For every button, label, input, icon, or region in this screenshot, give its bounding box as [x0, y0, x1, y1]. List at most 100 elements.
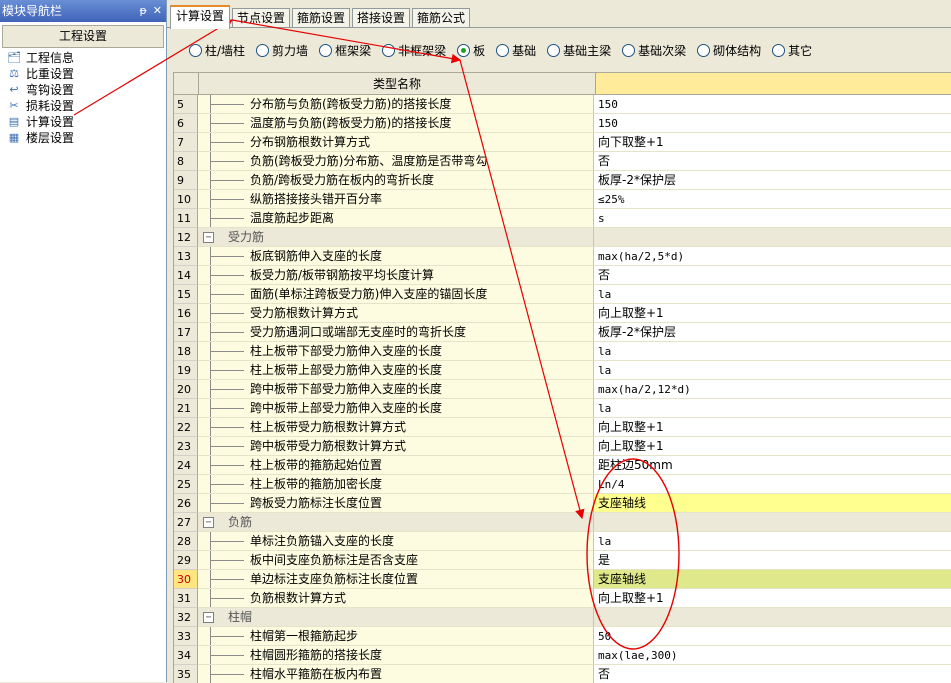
row-value[interactable]: 50 [594, 627, 951, 646]
table-row[interactable]: 13 板底钢筋伸入支座的长度 max(ha/2,5*d) [174, 247, 951, 266]
radio-unchecked-icon[interactable] [622, 43, 636, 57]
row-value[interactable]: 向上取整+1 [594, 589, 951, 608]
radio-unchecked-icon[interactable] [772, 43, 786, 57]
table-row[interactable]: 31 负筋根数计算方式 向上取整+1 [174, 589, 951, 608]
table-row[interactable]: 26 跨板受力筋标注长度位置 支座轴线 [174, 494, 951, 513]
row-value[interactable]: 150 [594, 114, 951, 133]
table-row[interactable]: 25 柱上板带的箍筋加密长度 Ln/4 [174, 475, 951, 494]
radio-checked-icon[interactable] [457, 43, 471, 57]
row-value[interactable]: la [594, 285, 951, 304]
radio-unchecked-icon[interactable] [547, 43, 561, 57]
nav-item-3[interactable]: ✂ 损耗设置 [0, 98, 166, 114]
row-value[interactable]: 向上取整+1 [594, 418, 951, 437]
row-name-text: 柱上板带的箍筋加密长度 [250, 477, 383, 491]
row-value[interactable]: 向上取整+1 [594, 437, 951, 456]
nav-item-4[interactable]: ▤ 计算设置 [0, 114, 166, 130]
radio-option-4[interactable]: 板 [457, 42, 485, 59]
radio-unchecked-icon[interactable] [496, 43, 510, 57]
nav-item-5[interactable]: ▦ 楼层设置 [0, 130, 166, 146]
radio-unchecked-icon[interactable] [319, 43, 333, 57]
table-row[interactable]: 5 分布筋与负筋(跨板受力筋)的搭接长度 150 [174, 95, 951, 114]
row-value[interactable]: 150 [594, 95, 951, 114]
table-row[interactable]: 14 板受力筋/板带钢筋按平均长度计算 否 [174, 266, 951, 285]
table-row[interactable]: 6 温度筋与负筋(跨板受力筋)的搭接长度 150 [174, 114, 951, 133]
table-group-row[interactable]: 27− 负筋 [174, 513, 951, 532]
row-value[interactable]: 否 [594, 266, 951, 285]
radio-option-3[interactable]: 非框架梁 [382, 42, 446, 59]
row-value[interactable]: la [594, 532, 951, 551]
row-value[interactable]: 距柱边50mm [594, 456, 951, 475]
radio-option-1[interactable]: 剪力墙 [256, 42, 308, 59]
table-row[interactable]: 9 负筋/跨板受力筋在板内的弯折长度 板厚-2*保护层 [174, 171, 951, 190]
row-value[interactable]: s [594, 209, 951, 228]
row-name-text: 柱帽第一根箍筋起步 [250, 629, 359, 643]
collapse-icon[interactable]: − [203, 612, 214, 623]
table-row[interactable]: 10 纵筋搭接接头错开百分率 ≤25% [174, 190, 951, 209]
table-row[interactable]: 21 跨中板带上部受力筋伸入支座的长度 la [174, 399, 951, 418]
row-value[interactable]: 板厚-2*保护层 [594, 323, 951, 342]
tab-stirrup-formula[interactable]: 箍筋公式 [412, 8, 470, 27]
radio-option-6[interactable]: 基础主梁 [547, 42, 611, 59]
radio-option-2[interactable]: 框架梁 [319, 42, 371, 59]
row-value[interactable]: 支座轴线 [594, 494, 951, 513]
table-row[interactable]: 35 柱帽水平箍筋在板内布置 否 [174, 665, 951, 683]
row-value[interactable]: ≤25% [594, 190, 951, 209]
row-value[interactable]: max(lae,300) [594, 646, 951, 665]
table-row[interactable]: 16 受力筋根数计算方式 向上取整+1 [174, 304, 951, 323]
pin-icon[interactable]: ᵽ [139, 0, 146, 22]
close-icon[interactable]: ✕ [153, 0, 162, 22]
row-value[interactable]: 板厚-2*保护层 [594, 171, 951, 190]
row-value[interactable]: max(ha/2,12*d) [594, 380, 951, 399]
radio-option-9[interactable]: 其它 [772, 42, 812, 59]
table-row[interactable]: 8 负筋(跨板受力筋)分布筋、温度筋是否带弯勾 否 [174, 152, 951, 171]
row-value[interactable]: 向上取整+1 [594, 304, 951, 323]
table-row[interactable]: 34 柱帽圆形箍筋的搭接长度 max(lae,300) [174, 646, 951, 665]
tab-stirrup-settings[interactable]: 箍筋设置 [292, 8, 350, 27]
radio-unchecked-icon[interactable] [697, 43, 711, 57]
table-row[interactable]: 30 单边标注支座负筋标注长度位置 支座轴线 [174, 570, 951, 589]
radio-option-8[interactable]: 砌体结构 [697, 42, 761, 59]
table-row[interactable]: 29 板中间支座负筋标注是否含支座 是 [174, 551, 951, 570]
row-type-name: 单边标注支座负筋标注长度位置 [198, 570, 594, 589]
table-row[interactable]: 17 受力筋遇洞口或端部无支座时的弯折长度 板厚-2*保护层 [174, 323, 951, 342]
row-value[interactable]: 是 [594, 551, 951, 570]
radio-unchecked-icon[interactable] [256, 43, 270, 57]
table-row[interactable]: 18 柱上板带下部受力筋伸入支座的长度 la [174, 342, 951, 361]
table-row[interactable]: 23 跨中板带受力筋根数计算方式 向上取整+1 [174, 437, 951, 456]
table-row[interactable]: 15 面筋(单标注跨板受力筋)伸入支座的锚固长度 la [174, 285, 951, 304]
row-value[interactable]: Ln/4 [594, 475, 951, 494]
table-row[interactable]: 24 柱上板带的箍筋起始位置 距柱边50mm [174, 456, 951, 475]
row-value[interactable]: 向下取整+1 [594, 133, 951, 152]
nav-item-2[interactable]: ↩ 弯钩设置 [0, 82, 166, 98]
row-value[interactable]: la [594, 399, 951, 418]
table-row[interactable]: 20 跨中板带下部受力筋伸入支座的长度 max(ha/2,12*d) [174, 380, 951, 399]
row-value[interactable]: 否 [594, 665, 951, 683]
radio-option-5[interactable]: 基础 [496, 42, 536, 59]
section-project-settings[interactable]: 工程设置 [2, 25, 164, 48]
radio-option-0[interactable]: 柱/墙柱 [189, 42, 245, 59]
table-row[interactable]: 28 单标注负筋锚入支座的长度 la [174, 532, 951, 551]
row-value[interactable]: la [594, 342, 951, 361]
tab-node-settings[interactable]: 节点设置 [232, 8, 290, 27]
tab-calc-settings[interactable]: 计算设置 [170, 5, 230, 29]
collapse-icon[interactable]: − [203, 517, 214, 528]
radio-option-7[interactable]: 基础次梁 [622, 42, 686, 59]
row-value[interactable]: 支座轴线 [594, 570, 951, 589]
table-row[interactable]: 33 柱帽第一根箍筋起步 50 [174, 627, 951, 646]
nav-item-0[interactable]: 🗂 工程信息 [0, 50, 166, 66]
tab-lap-settings[interactable]: 搭接设置 [352, 8, 410, 27]
radio-unchecked-icon[interactable] [189, 43, 202, 57]
table-row[interactable]: 7 分布钢筋根数计算方式 向下取整+1 [174, 133, 951, 152]
table-group-row[interactable]: 12− 受力筋 [174, 228, 951, 247]
row-value[interactable]: la [594, 361, 951, 380]
table-row[interactable]: 22 柱上板带受力筋根数计算方式 向上取整+1 [174, 418, 951, 437]
nav-item-1[interactable]: ⚖ 比重设置 [0, 66, 166, 82]
table-group-row[interactable]: 32− 柱帽 [174, 608, 951, 627]
row-value[interactable]: 否 [594, 152, 951, 171]
row-value[interactable]: max(ha/2,5*d) [594, 247, 951, 266]
radio-unchecked-icon[interactable] [382, 43, 396, 57]
table-row[interactable]: 11 温度筋起步距离 s [174, 209, 951, 228]
row-name-text: 负筋(跨板受力筋)分布筋、温度筋是否带弯勾 [250, 154, 488, 168]
collapse-icon[interactable]: − [203, 232, 214, 243]
table-row[interactable]: 19 柱上板带上部受力筋伸入支座的长度 la [174, 361, 951, 380]
